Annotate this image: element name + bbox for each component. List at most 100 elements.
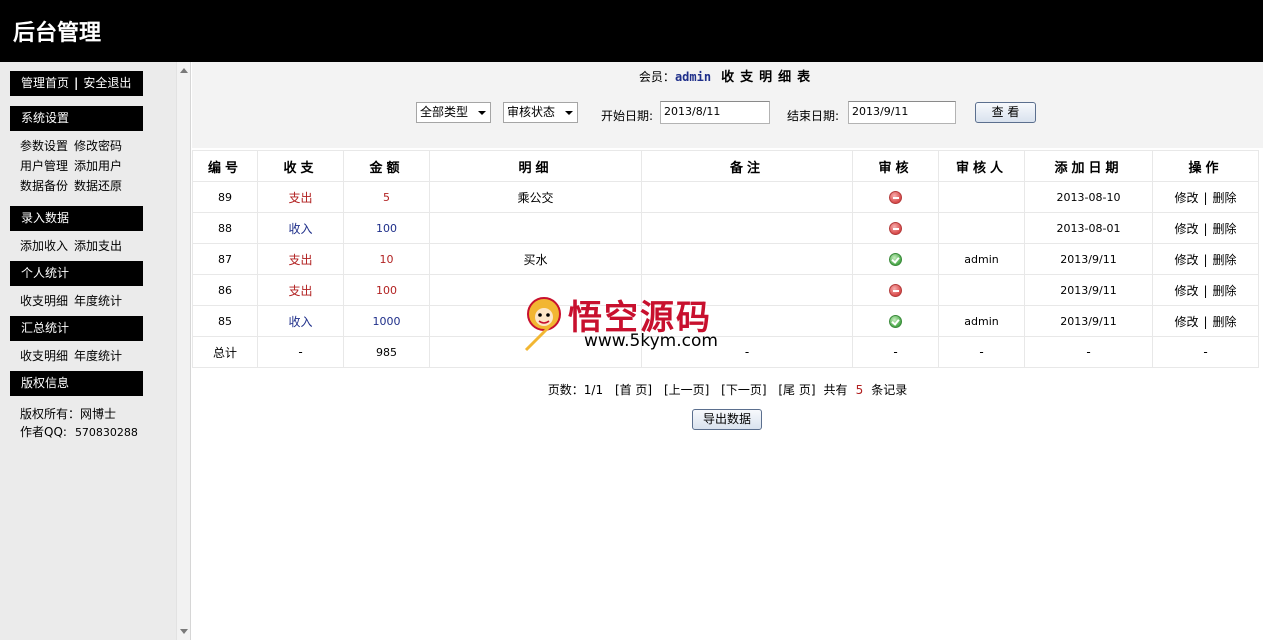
top-header: 后台管理 [0,0,1263,62]
delete-link[interactable]: 删除 [1213,253,1237,267]
total-prefix: 共有 [823,383,848,397]
summary-annual-link[interactable]: 年度统计 [74,349,122,363]
row-id: 88 [192,212,258,244]
ops-separator: | [1203,314,1208,329]
edit-link[interactable]: 修改 [1174,191,1198,205]
delete-link[interactable]: 删除 [1213,284,1237,298]
personal-annual-link[interactable]: 年度统计 [74,294,122,308]
total-type: - [257,336,344,368]
watermark-logo: 悟空源码 www.5kym.com [520,290,760,360]
status-select[interactable]: 审核状态 [503,102,578,123]
row-status [852,274,939,306]
row-reviewer [938,181,1025,213]
type-select[interactable]: 全部类型 [416,102,491,123]
data-restore-link[interactable]: 数据还原 [74,179,122,193]
section-system-links: 参数设置 修改密码 用户管理 添加用户 数据备份 数据还原 [20,136,128,196]
sidebar-topnav: 管理首页 | 安全退出 [10,71,143,96]
summary-details-link[interactable]: 收支明细 [20,349,68,363]
delete-link[interactable]: 删除 [1213,315,1237,329]
edit-link[interactable]: 修改 [1174,315,1198,329]
prev-page-link[interactable]: [上一页] [664,383,709,397]
row-amount: 100 [343,212,430,244]
start-date-label: 开始日期: [601,109,654,123]
chevron-down-icon [478,111,486,115]
row-amount: 1000 [343,305,430,337]
row-amount: 10 [343,243,430,275]
row-ops: 修改 | 删除 [1152,181,1259,213]
frame-scrollbar[interactable] [176,62,191,640]
add-user-link[interactable]: 添加用户 [74,159,122,173]
sidebar: 管理首页 | 安全退出 系统设置 参数设置 修改密码 用户管理 添加用户 数据备份 数据还… [0,62,176,640]
first-page-link[interactable]: [首 页] [615,383,652,397]
row-id: 85 [192,305,258,337]
params-settings-link[interactable]: 参数设置 [20,139,68,153]
main-content: 会员：admin 收支明细表 全部类型 审核状态 开始日期: 2013/8/11 … [192,62,1263,640]
row-status [852,243,939,275]
row-type: 收入 [257,305,344,337]
page-title-bar: 会员：admin 收支明细表 [192,62,1263,93]
row-id: 89 [192,181,258,213]
row-status [852,212,939,244]
col-id: 编号 [192,150,258,182]
home-link[interactable]: 管理首页 [10,71,69,96]
row-date: 2013/9/11 [1024,305,1153,337]
row-detail: 乘公交 [429,181,642,213]
next-page-link[interactable]: [下一页] [721,383,766,397]
row-ops: 修改 | 删除 [1152,274,1259,306]
pagination: 页数：1/1 [首 页] [上一页] [下一页] [尾 页] 共有 5 条记录 [192,381,1263,398]
copyright-info: 版权所有：网博士 作者QQ: 570830288 [20,405,138,442]
view-button[interactable]: 查 看 [975,102,1036,123]
end-date-label: 结束日期: [787,109,840,123]
row-amount: 100 [343,274,430,306]
personal-details-link[interactable]: 收支明细 [20,294,68,308]
add-expense-link[interactable]: 添加支出 [74,239,122,253]
page-title: 收支明细表 [721,70,817,85]
delete-link[interactable]: 删除 [1213,191,1237,205]
total-amount: 985 [343,336,430,368]
user-management-link[interactable]: 用户管理 [20,159,68,173]
check-circle-icon [889,253,902,266]
total-date: - [1024,336,1153,368]
total-suffix: 条记录 [871,383,908,397]
row-reviewer: admin [938,305,1025,337]
total-count: 5 [855,383,864,397]
row-id: 86 [192,274,258,306]
check-circle-icon [889,315,902,328]
col-type: 收支 [257,150,344,182]
edit-link[interactable]: 修改 [1174,253,1198,267]
row-detail [429,212,642,244]
row-reviewer [938,212,1025,244]
edit-link[interactable]: 修改 [1174,284,1198,298]
ops-separator: | [1203,221,1208,236]
scroll-up-arrow-icon[interactable] [180,68,188,73]
export-button[interactable]: 导出数据 [692,409,762,430]
row-type: 支出 [257,243,344,275]
col-note: 备注 [641,150,853,182]
row-date: 2013/9/11 [1024,243,1153,275]
page-count: 页数：1/1 [547,383,604,397]
edit-link[interactable]: 修改 [1174,222,1198,236]
start-date-input[interactable]: 2013/8/11 [660,101,770,124]
delete-link[interactable]: 删除 [1213,222,1237,236]
section-data-entry: 录入数据 [10,206,143,231]
scroll-down-arrow-icon[interactable] [180,629,188,634]
change-password-link[interactable]: 修改密码 [74,139,122,153]
topnav-separator: | [74,76,79,90]
row-reviewer: admin [938,243,1025,275]
type-select-value: 全部类型 [420,105,469,119]
row-date: 2013/9/11 [1024,274,1153,306]
row-id: 87 [192,243,258,275]
member-label: 会员： [638,70,675,84]
logout-link[interactable]: 安全退出 [83,71,131,96]
site-title: 后台管理 [13,20,102,46]
table-row: 89 支出 5 乘公交 2013-08-10 修改 | 删除 [192,181,1259,213]
col-status: 审核 [852,150,939,182]
last-page-link[interactable]: [尾 页] [778,383,815,397]
end-date-input[interactable]: 2013/9/11 [848,101,956,124]
row-detail: 买水 [429,243,642,275]
section-entry-links: 添加收入 添加支出 [20,236,128,256]
data-backup-link[interactable]: 数据备份 [20,179,68,193]
section-system-settings: 系统设置 [10,106,143,131]
add-income-link[interactable]: 添加收入 [20,239,68,253]
row-status [852,181,939,213]
